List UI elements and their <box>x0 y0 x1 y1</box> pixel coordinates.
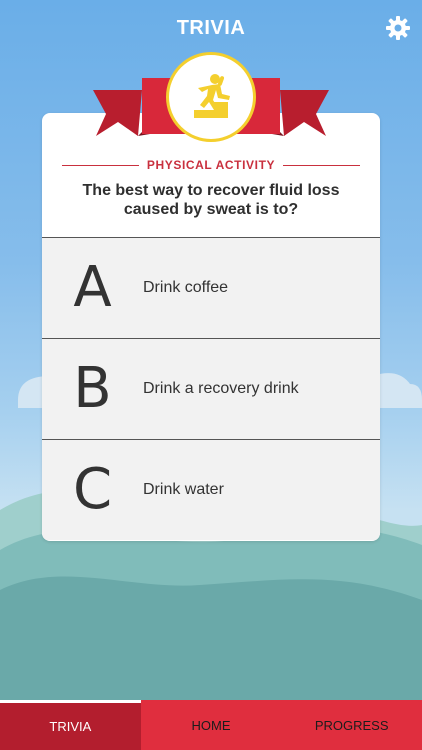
answer-option-a[interactable]: A Drink coffee <box>42 237 380 338</box>
question-card: PHYSICAL ACTIVITY The best way to recove… <box>42 113 380 541</box>
tab-label: PROGRESS <box>314 717 389 733</box>
tab-home[interactable]: HOME <box>140 700 282 750</box>
answer-letter: A <box>73 255 112 320</box>
answer-text: Drink coffee <box>143 279 229 296</box>
divider-right <box>283 164 360 166</box>
question-text: The best way to recover fluid loss cause… <box>82 182 340 218</box>
tab-progress[interactable]: PROGRESS <box>281 700 422 750</box>
tab-label: TRIVIA <box>49 719 92 734</box>
category-header: PHYSICAL ACTIVITY <box>62 157 360 173</box>
category-label: PHYSICAL ACTIVITY <box>146 158 276 172</box>
person-climbing-steps-icon <box>194 74 230 118</box>
category-badge <box>166 52 256 142</box>
tab-label: HOME <box>191 717 231 733</box>
answer-text: Drink a recovery drink <box>143 380 299 397</box>
answer-text: Drink water <box>143 481 224 498</box>
gear-icon[interactable] <box>386 16 410 40</box>
answer-option-b[interactable]: B Drink a recovery drink <box>42 338 380 439</box>
divider-left <box>62 164 139 166</box>
answer-list: A Drink coffee B Drink a recovery drink … <box>42 237 380 540</box>
answer-option-c[interactable]: C Drink water <box>42 439 380 540</box>
tab-bar: TRIVIA HOME PROGRESS <box>0 700 422 750</box>
tab-trivia[interactable]: TRIVIA <box>0 700 141 750</box>
answer-letter: B <box>73 356 112 421</box>
app-title: TRIVIA <box>176 17 246 39</box>
answer-letter: C <box>72 457 113 522</box>
